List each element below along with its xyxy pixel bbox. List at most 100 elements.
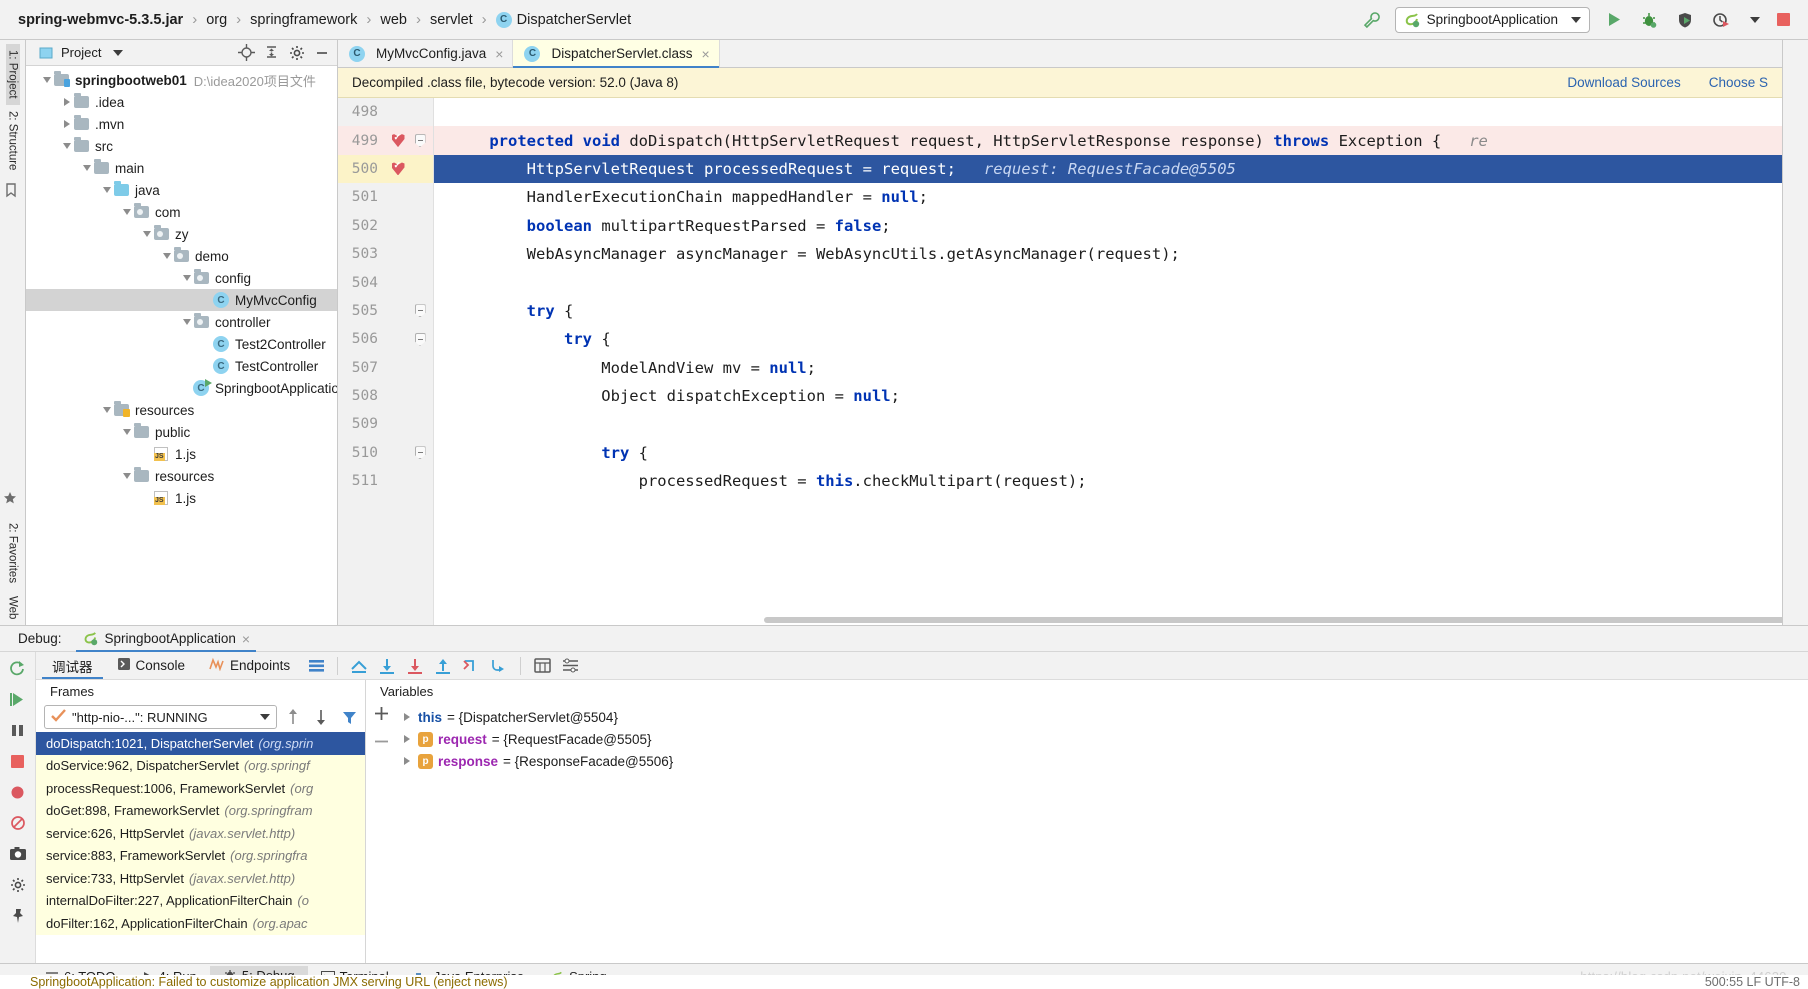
rail-item-structure[interactable]: 2: Structure bbox=[6, 105, 20, 176]
tree-node[interactable]: springbootweb01 D:\idea2020项目文件 bbox=[26, 69, 337, 91]
rail-item-web[interactable]: Web bbox=[6, 590, 20, 625]
resume-icon[interactable] bbox=[6, 688, 30, 710]
frame-item[interactable]: internalDoFilter:227, ApplicationFilterC… bbox=[36, 889, 365, 912]
tree-node[interactable]: C TestController bbox=[26, 355, 337, 377]
frame-item[interactable]: doFilter:162, ApplicationFilterChain (org… bbox=[36, 912, 365, 935]
debug-session-tab[interactable]: SpringbootApplication × bbox=[72, 626, 261, 652]
favorites-star-icon[interactable] bbox=[3, 491, 23, 511]
frame-item[interactable]: processRequest:1006, FrameworkServlet (or… bbox=[36, 777, 365, 800]
tree-node[interactable]: src bbox=[26, 135, 337, 157]
variable-row[interactable]: this = {DispatcherServlet@5504} bbox=[396, 706, 1808, 728]
editor-gutter[interactable]: 498 499 500 501 502 503 504 505 506 507 508 509 510 5… bbox=[338, 98, 434, 625]
frame-item[interactable]: service:883, FrameworkServlet (org.spring… bbox=[36, 844, 365, 867]
code-line[interactable] bbox=[434, 410, 1782, 438]
chevron-right-icon[interactable] bbox=[404, 735, 410, 743]
tree-node[interactable]: C SpringbootApplication bbox=[26, 377, 337, 399]
chevron-down-icon[interactable] bbox=[1750, 16, 1760, 23]
chevron-right-icon[interactable] bbox=[404, 757, 410, 765]
rail-item-favorites[interactable]: 2: Favorites bbox=[6, 517, 20, 589]
code-line[interactable]: Object dispatchException = null; bbox=[434, 382, 1782, 410]
settings-list-icon[interactable] bbox=[558, 655, 582, 677]
profiler-icon[interactable] bbox=[1708, 7, 1734, 33]
gutter-line[interactable]: 500 bbox=[338, 154, 433, 184]
thread-combo[interactable]: "http-nio-...": RUNNING bbox=[44, 705, 277, 729]
editor-horizontal-scrollbar[interactable] bbox=[434, 614, 1782, 625]
tree-node[interactable]: config bbox=[26, 267, 337, 289]
rail-item-project[interactable]: 1: Project bbox=[5, 44, 20, 105]
hide-panel-icon[interactable] bbox=[312, 43, 331, 62]
chevron-down-icon[interactable] bbox=[40, 77, 53, 83]
gutter-line[interactable]: 501 bbox=[338, 183, 433, 211]
breadcrumb-item-servlet[interactable]: servlet bbox=[430, 12, 473, 28]
tab-debugger[interactable]: 调试器 bbox=[42, 652, 103, 679]
code-line[interactable]: try { bbox=[434, 439, 1782, 467]
fold-icon[interactable] bbox=[410, 304, 430, 318]
tree-node[interactable]: 1.js bbox=[26, 487, 337, 509]
step-into-icon[interactable] bbox=[403, 655, 427, 677]
camera-icon[interactable] bbox=[6, 843, 30, 865]
tree-node[interactable]: java bbox=[26, 179, 337, 201]
download-sources-link[interactable]: Download Sources bbox=[1567, 75, 1680, 90]
tree-node[interactable]: public bbox=[26, 421, 337, 443]
frame-item[interactable]: doDispatch:1021, DispatcherServlet (org.s… bbox=[36, 732, 365, 755]
chevron-down-icon[interactable] bbox=[120, 473, 133, 479]
chevron-down-icon[interactable] bbox=[100, 187, 113, 193]
tree-node[interactable]: controller bbox=[26, 311, 337, 333]
gutter-line[interactable]: 509 bbox=[338, 410, 433, 438]
tree-node[interactable]: C Test2Controller bbox=[26, 333, 337, 355]
run-icon[interactable] bbox=[1600, 7, 1626, 33]
close-icon[interactable]: × bbox=[242, 631, 250, 647]
pause-icon[interactable] bbox=[6, 719, 30, 741]
debug-icon[interactable] bbox=[1636, 7, 1662, 33]
code-line[interactable] bbox=[434, 98, 1782, 126]
project-tree[interactable]: springbootweb01 D:\idea2020项目文件 .idea .mvn s… bbox=[26, 66, 337, 625]
chevron-down-icon[interactable] bbox=[140, 231, 153, 237]
layout-settings-icon[interactable] bbox=[304, 655, 328, 677]
tab-mymvcconfig[interactable]: C MyMvcConfig.java × bbox=[338, 40, 514, 67]
code-line[interactable]: protected void doDispatch(HttpServletReq… bbox=[434, 126, 1782, 155]
code-line[interactable]: try { bbox=[434, 297, 1782, 325]
run-configuration-selector[interactable]: SpringbootApplication bbox=[1394, 6, 1590, 33]
fold-icon[interactable] bbox=[410, 446, 430, 460]
frame-up-icon[interactable] bbox=[281, 706, 305, 728]
locate-icon[interactable] bbox=[237, 43, 256, 62]
code-editor[interactable]: 498 499 500 501 502 503 504 505 506 507 508 509 510 5… bbox=[338, 98, 1782, 625]
tree-node[interactable]: com bbox=[26, 201, 337, 223]
evaluate-expression-icon[interactable] bbox=[530, 655, 554, 677]
chevron-down-icon[interactable] bbox=[113, 49, 124, 56]
run-with-coverage-icon[interactable] bbox=[1672, 7, 1698, 33]
chevron-down-icon[interactable] bbox=[180, 275, 193, 281]
settings-gear-icon[interactable] bbox=[287, 43, 306, 62]
gutter-line[interactable]: 505 bbox=[338, 297, 433, 325]
tree-node[interactable]: resources bbox=[26, 399, 337, 421]
pin-icon[interactable] bbox=[6, 905, 30, 927]
code-line[interactable]: boolean multipartRequestParsed = false; bbox=[434, 212, 1782, 240]
chevron-down-icon[interactable] bbox=[120, 429, 133, 435]
chevron-down-icon[interactable] bbox=[60, 143, 73, 149]
gutter-line[interactable]: 502 bbox=[338, 212, 433, 240]
code-line[interactable]: HandlerExecutionChain mappedHandler = nu… bbox=[434, 183, 1782, 211]
scrollbar-thumb[interactable] bbox=[764, 617, 1782, 623]
chevron-right-icon[interactable] bbox=[60, 98, 73, 106]
tree-node[interactable]: 1.js bbox=[26, 443, 337, 465]
tree-node[interactable]: C MyMvcConfig bbox=[26, 289, 337, 311]
gutter-line[interactable]: 503 bbox=[338, 240, 433, 268]
choose-sources-link[interactable]: Choose S bbox=[1709, 75, 1768, 90]
breadcrumb-item-jar[interactable]: spring-webmvc-5.3.5.jar bbox=[18, 12, 183, 28]
gutter-line[interactable]: 498 bbox=[338, 98, 433, 126]
code-line[interactable]: ModelAndView mv = null; bbox=[434, 354, 1782, 382]
filter-icon[interactable] bbox=[337, 706, 361, 728]
tree-node[interactable]: .idea bbox=[26, 91, 337, 113]
fold-icon[interactable] bbox=[410, 134, 430, 148]
frame-item[interactable]: doGet:898, FrameworkServlet (org.springfr… bbox=[36, 799, 365, 822]
gutter-line[interactable]: 504 bbox=[338, 268, 433, 296]
chevron-down-icon[interactable] bbox=[160, 253, 173, 259]
gutter-line[interactable]: 506 bbox=[338, 325, 433, 353]
remove-watch-icon[interactable] bbox=[374, 734, 389, 752]
close-icon[interactable]: × bbox=[495, 46, 503, 62]
chevron-right-icon[interactable] bbox=[404, 713, 410, 721]
mute-breakpoints-icon[interactable] bbox=[6, 812, 30, 834]
frames-list[interactable]: doDispatch:1021, DispatcherServlet (org.s… bbox=[36, 732, 365, 963]
tree-node[interactable]: main bbox=[26, 157, 337, 179]
breadcrumb-item-dispatcherservlet[interactable]: C DispatcherServlet bbox=[495, 11, 631, 28]
